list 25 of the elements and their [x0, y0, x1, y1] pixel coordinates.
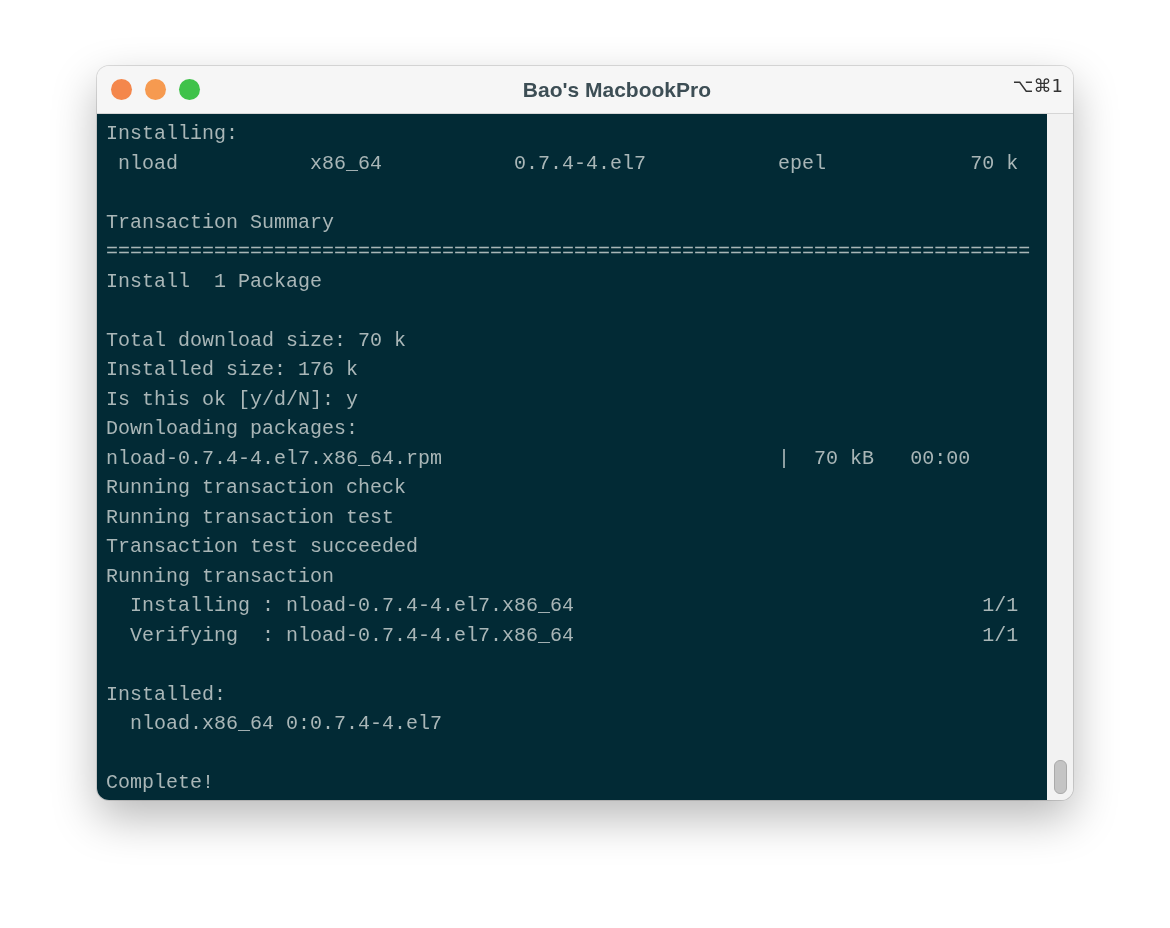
- terminal-line: Verifying : nload-0.7.4-4.el7.x86_64 1/1: [129, 622, 1020, 649]
- window-title: Bao's MacbookPro: [521, 77, 712, 102]
- terminal-line: nload x86_64 0.7.4-4.el7 epel 70 k: [117, 150, 1020, 177]
- terminal-line: Running transaction: [106, 563, 336, 590]
- terminal-line: Running transaction test: [106, 504, 396, 531]
- terminal-line: =============================================================================: [106, 239, 1032, 265]
- terminal-line: Transaction Summary: [106, 209, 336, 236]
- terminal-line: nload-0.7.4-4.el7.x86_64.rpm | 70 kB 00:00: [106, 445, 972, 472]
- zoom-button[interactable]: [179, 79, 200, 100]
- scrollbar-thumb[interactable]: [1053, 760, 1067, 794]
- terminal-line: Installing:: [106, 121, 240, 147]
- terminal-line: nload.x86_64 0:0.7.4-4.el7: [129, 711, 444, 737]
- terminal-line: Total download size: 70 k: [106, 327, 408, 354]
- close-button[interactable]: [111, 79, 132, 100]
- terminal-line: Running transaction check: [106, 475, 408, 501]
- terminal-line: Install 1 Package: [106, 268, 324, 295]
- shortcut-label: ⌥⌘1: [1012, 75, 1063, 96]
- terminal-line: Installing : nload-0.7.4-4.el7.x86_64 1/1: [129, 593, 1020, 619]
- terminal-line: Is this ok [y/d/N]: y: [106, 386, 360, 413]
- terminal-line: Installed:: [106, 681, 228, 708]
- minimize-button[interactable]: [145, 79, 166, 100]
- terminal-line: Complete!: [106, 770, 216, 796]
- terminal-line: Installed size: 176 k: [106, 357, 360, 383]
- terminal-line: Downloading packages:: [106, 416, 360, 442]
- terminal-line: Transaction test succeeded: [106, 534, 420, 560]
